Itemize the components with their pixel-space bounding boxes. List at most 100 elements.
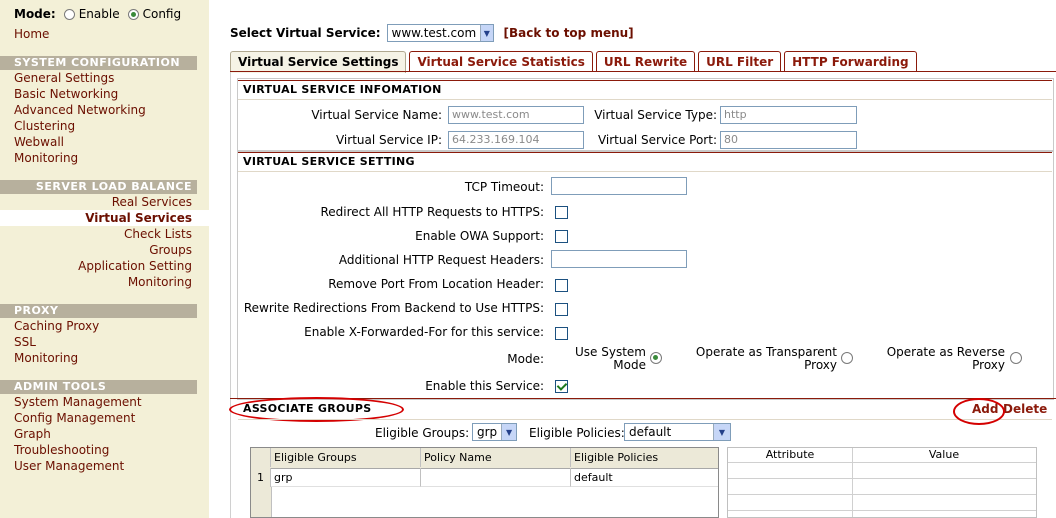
sidebar-item-virtual-services[interactable]: Virtual Services xyxy=(85,211,192,225)
redirect-https-checkbox[interactable] xyxy=(555,206,568,219)
mode-enable-label: Enable xyxy=(78,7,120,21)
sidebar-item-caching-proxy[interactable]: Caching Proxy xyxy=(14,319,99,333)
virtual-service-ip-field[interactable]: 64.233.169.104 xyxy=(448,131,584,149)
sidebar-item-monitoring-proxy[interactable]: Monitoring xyxy=(14,351,78,365)
grid-header-policy-name[interactable]: Policy Name xyxy=(421,448,571,467)
sidebar-item-graph[interactable]: Graph xyxy=(14,427,51,441)
mode-option-transparent[interactable]: Operate as Transparent Proxy xyxy=(696,346,837,372)
section-server-load-balance: SERVER LOAD BALANCE xyxy=(0,180,197,194)
sidebar-item-user-management[interactable]: User Management xyxy=(14,459,124,473)
info-section-rule xyxy=(238,99,1052,100)
mode-system-radio[interactable] xyxy=(650,352,662,364)
chevron-down-icon[interactable]: ▼ xyxy=(480,25,493,41)
sidebar-item-check-lists[interactable]: Check Lists xyxy=(124,227,192,241)
mode-config-label: Config xyxy=(142,7,182,21)
sidebar-item-ssl[interactable]: SSL xyxy=(14,335,36,349)
annotation-oval-add xyxy=(953,398,1005,425)
sidebar-item-config-management[interactable]: Config Management xyxy=(14,411,135,425)
tcp-timeout-label: TCP Timeout: xyxy=(464,180,544,194)
back-to-top-menu-link[interactable]: [Back to top menu] xyxy=(504,26,634,40)
grid-cell-policy[interactable] xyxy=(421,468,571,487)
grid-row-header-strip xyxy=(251,487,272,517)
virtual-service-selector-bar: Select Virtual Service: www.test.com ▼ [… xyxy=(230,24,634,42)
mode-transparent-radio[interactable] xyxy=(841,352,853,364)
attribute-row-line xyxy=(728,462,1036,463)
x-forwarded-for-label: Enable X-Forwarded-For for this service: xyxy=(304,325,544,339)
sidebar-item-general-settings[interactable]: General Settings xyxy=(14,71,114,85)
virtual-service-select[interactable]: www.test.com ▼ xyxy=(386,24,494,42)
sidebar-item-webwall[interactable]: Webwall xyxy=(14,135,64,149)
chevron-down-icon[interactable]: ▼ xyxy=(501,424,516,440)
attribute-header: Attribute xyxy=(765,448,815,461)
sidebar: Mode: Enable Config Home SYSTEM CONFIGUR… xyxy=(0,0,209,518)
mode-config-radio[interactable] xyxy=(127,8,139,20)
sidebar-item-groups[interactable]: Groups xyxy=(149,243,192,257)
virtual-service-name-field[interactable]: www.test.com xyxy=(448,106,584,124)
mode-enable-radio[interactable] xyxy=(63,8,75,20)
attribute-row-line xyxy=(728,510,1036,511)
attribute-table: Attribute Value xyxy=(727,447,1037,518)
tab-url-filter[interactable]: URL Filter xyxy=(698,51,782,72)
setting-section-rule xyxy=(238,171,1052,172)
mode-selector: Mode: Enable Config xyxy=(14,6,181,22)
groups-section-rule xyxy=(238,419,1052,420)
sidebar-item-monitoring-slb[interactable]: Monitoring xyxy=(128,275,192,289)
chevron-down-icon[interactable]: ▼ xyxy=(713,424,730,440)
grid-row-number: 1 xyxy=(251,468,271,487)
mode-label: Mode: xyxy=(14,7,56,21)
sidebar-item-application-setting[interactable]: Application Setting xyxy=(78,259,192,273)
owa-support-checkbox[interactable] xyxy=(555,230,568,243)
eligible-groups-label: Eligible Groups: xyxy=(375,426,470,440)
additional-headers-field[interactable] xyxy=(551,250,687,268)
grid-header-eligible-policies[interactable]: Eligible Policies xyxy=(571,448,718,467)
tab-http-forwarding[interactable]: HTTP Forwarding xyxy=(784,51,917,72)
eligible-policies-select-value: default xyxy=(629,425,672,439)
rewrite-redirections-checkbox[interactable] xyxy=(555,303,568,316)
remove-port-checkbox[interactable] xyxy=(555,279,568,292)
mode-config-option[interactable]: Config xyxy=(127,7,182,21)
associated-groups-grid: Eligible Groups Policy Name Eligible Pol… xyxy=(250,447,719,518)
x-forwarded-for-checkbox[interactable] xyxy=(555,327,568,340)
mode-option-reverse-line2: Proxy xyxy=(972,358,1005,372)
virtual-service-ip-label: Virtual Service IP: xyxy=(335,133,442,147)
remove-port-label: Remove Port From Location Header: xyxy=(328,277,544,291)
sidebar-home-link[interactable]: Home xyxy=(14,27,49,41)
virtual-service-port-label: Virtual Service Port: xyxy=(597,133,717,147)
eligible-groups-select-value: grp xyxy=(477,425,498,439)
tab-url-rewrite[interactable]: URL Rewrite xyxy=(595,51,696,72)
grid-cell-eligible[interactable]: default xyxy=(571,468,718,487)
section-proxy: PROXY xyxy=(0,304,197,318)
delete-group-link[interactable]: Delete xyxy=(1003,402,1047,416)
grid-cell-group[interactable]: grp xyxy=(271,468,421,487)
eligible-policies-select[interactable]: default ▼ xyxy=(624,423,731,441)
virtual-service-name-label: Virtual Service Name: xyxy=(311,108,442,122)
mode-option-system-line2: Mode xyxy=(613,358,646,372)
virtual-service-port-field[interactable]: 80 xyxy=(720,131,857,149)
tcp-timeout-field[interactable] xyxy=(551,177,687,195)
virtual-service-select-value: www.test.com xyxy=(391,26,477,40)
eligible-groups-select[interactable]: grp ▼ xyxy=(472,423,517,441)
sidebar-item-troubleshooting[interactable]: Troubleshooting xyxy=(14,443,109,457)
grid-header-eligible-groups[interactable]: Eligible Groups xyxy=(271,448,421,467)
mode-option-reverse[interactable]: Operate as Reverse Proxy xyxy=(887,346,1005,372)
mode-label: Mode: xyxy=(507,352,544,366)
virtual-service-type-label: Virtual Service Type: xyxy=(594,108,717,122)
sidebar-item-clustering[interactable]: Clustering xyxy=(14,119,75,133)
tab-virtual-service-statistics[interactable]: Virtual Service Statistics xyxy=(409,51,593,72)
virtual-service-type-field[interactable]: http xyxy=(720,106,857,124)
tab-virtual-service-settings[interactable]: Virtual Service Settings xyxy=(230,51,407,73)
select-virtual-service-label: Select Virtual Service: xyxy=(230,26,381,40)
sidebar-item-basic-networking[interactable]: Basic Networking xyxy=(14,87,118,101)
mode-reverse-radio[interactable] xyxy=(1010,352,1022,364)
enable-service-checkbox[interactable] xyxy=(555,380,568,393)
sidebar-item-real-services[interactable]: Real Services xyxy=(112,195,192,209)
grid-corner-cell xyxy=(251,448,271,467)
sidebar-item-monitoring-system[interactable]: Monitoring xyxy=(14,151,78,165)
mode-enable-option[interactable]: Enable xyxy=(63,7,120,21)
attribute-row-line xyxy=(728,494,1036,495)
mode-option-system[interactable]: Use System Mode xyxy=(575,346,646,372)
sidebar-item-advanced-networking[interactable]: Advanced Networking xyxy=(14,103,146,117)
section-system-configuration: SYSTEM CONFIGURATION xyxy=(0,56,197,70)
sidebar-item-system-management[interactable]: System Management xyxy=(14,395,142,409)
info-section-title: VIRTUAL SERVICE INFOMATION xyxy=(243,83,442,96)
